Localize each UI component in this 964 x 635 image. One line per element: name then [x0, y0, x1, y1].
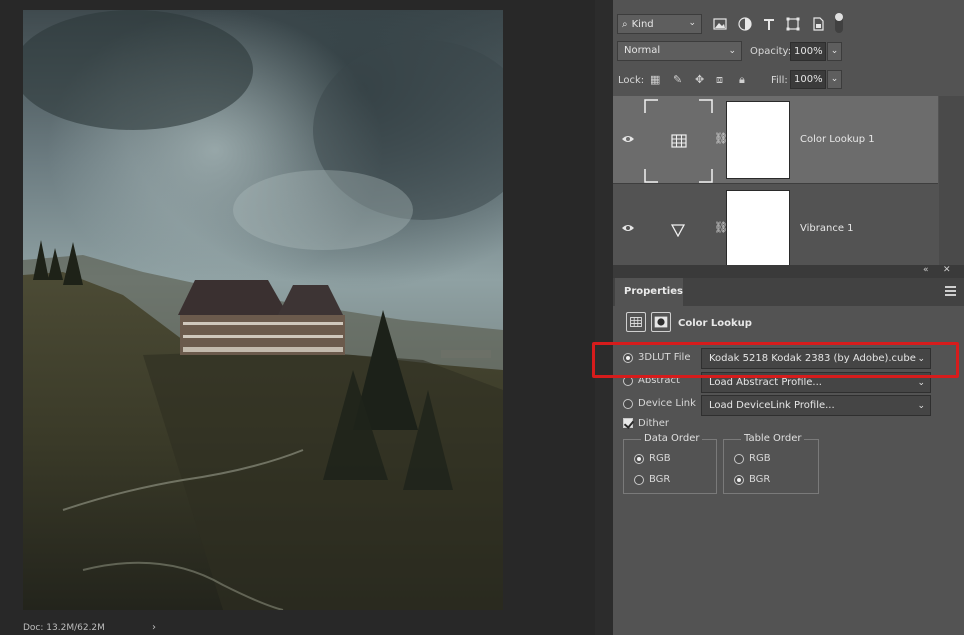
properties-panel: Properties Color Lookup 3DLUT File Kodak…	[613, 278, 964, 635]
search-icon: ⌕	[622, 18, 628, 30]
data-order-rgb-radio[interactable]	[634, 454, 644, 464]
table-order-rgb-radio[interactable]	[734, 454, 744, 464]
layer-row-vibrance[interactable]: ⛓︎ Vibrance 1	[613, 185, 938, 273]
data-order-bgr-radio[interactable]	[634, 475, 644, 485]
tab-properties[interactable]: Properties	[615, 278, 683, 306]
table-order-bgr-radio[interactable]	[734, 475, 744, 485]
table-order-rgb-label: RGB	[749, 453, 771, 464]
panel-menu-icon[interactable]	[945, 286, 956, 296]
filter-toggle[interactable]	[835, 13, 843, 33]
table-order-bgr-label: BGR	[749, 474, 771, 485]
dither-label: Dither	[638, 418, 670, 429]
option-device-link-label: Device Link	[638, 398, 696, 409]
layer-row-color-lookup[interactable]: ⛓︎ Color Lookup 1	[613, 96, 938, 184]
status-menu-arrow-icon[interactable]: ›	[152, 622, 156, 633]
fill-input[interactable]: 100%	[790, 70, 826, 89]
lock-image-pixels-brush-icon[interactable]: ✎	[673, 73, 682, 86]
lock-all-padlock-icon[interactable]: 🔒︎	[739, 73, 745, 87]
image-filter-icon[interactable]	[712, 16, 728, 32]
filter-kind-select[interactable]: ⌕ Kind ⌄	[617, 14, 702, 34]
adjustment-type-label: Color Lookup	[678, 318, 752, 329]
landscape-photo-image	[23, 10, 503, 610]
layer-name[interactable]: Vibrance 1	[800, 223, 854, 234]
lock-position-move-icon[interactable]: ✥	[695, 73, 704, 86]
layers-panel: ⌕ Kind ⌄ Normal ⌄ Opacity: 100% ⌄ Lock: …	[613, 0, 964, 273]
opacity-label: Opacity:	[750, 46, 792, 57]
status-bar: Doc: 13.2M/62.2M ›	[0, 622, 595, 635]
blend-mode-select[interactable]: Normal ⌄	[617, 41, 742, 61]
properties-tab-bar: Properties	[613, 278, 964, 306]
filter-kind-label: Kind	[631, 18, 654, 30]
layer-mask-icon[interactable]	[651, 312, 671, 332]
panel-gutter	[595, 0, 613, 635]
opacity-input[interactable]: 100%	[790, 42, 826, 61]
chevron-down-icon: ⌄	[728, 46, 736, 56]
opacity-dropdown-chevron-icon[interactable]: ⌄	[827, 42, 842, 61]
collapse-panel-icon[interactable]: «	[923, 265, 929, 275]
abstract-profile-value: Load Abstract Profile...	[709, 377, 822, 388]
devicelink-profile-select[interactable]: Load DeviceLink Profile... ⌄	[701, 395, 931, 416]
document-size-info[interactable]: Doc: 13.2M/62.2M	[23, 623, 105, 633]
blend-mode-value: Normal	[624, 45, 661, 56]
right-panels: ⌕ Kind ⌄ Normal ⌄ Opacity: 100% ⌄ Lock: …	[613, 0, 964, 635]
lookup-table-icon[interactable]	[644, 99, 713, 183]
fill-dropdown-chevron-icon[interactable]: ⌄	[827, 70, 842, 89]
data-order-bgr-label: BGR	[649, 474, 671, 485]
chevron-down-icon: ⌄	[688, 18, 696, 28]
table-order-group: Table Order RGB BGR	[723, 433, 819, 494]
lock-artboard-icon[interactable]: ⧈	[716, 73, 723, 87]
smart-object-filter-icon[interactable]	[810, 16, 826, 32]
highlight-annotation-box	[592, 342, 959, 378]
layer-mask-thumbnail[interactable]	[726, 190, 790, 268]
data-order-rgb-label: RGB	[649, 453, 671, 464]
chevron-down-icon: ⌄	[917, 401, 925, 411]
data-order-group: Data Order RGB BGR	[623, 433, 717, 494]
visibility-eye-icon[interactable]	[621, 223, 635, 233]
visibility-eye-icon[interactable]	[621, 134, 635, 144]
lock-transparent-pixels-icon[interactable]: ▦	[650, 73, 660, 86]
layer-name[interactable]: Color Lookup 1	[800, 134, 875, 145]
photoshop-window: Doc: 13.2M/62.2M › ⌕ Kind ⌄ Normal ⌄ Opa…	[0, 0, 964, 635]
shape-filter-icon[interactable]	[785, 16, 801, 32]
dither-checkbox[interactable]	[623, 418, 633, 428]
data-order-title: Data Order	[641, 433, 703, 444]
canvas-area: Doc: 13.2M/62.2M ›	[0, 0, 595, 635]
close-panel-icon[interactable]: ✕	[943, 265, 951, 275]
type-filter-icon[interactable]	[761, 16, 777, 32]
radio-device-link[interactable]	[623, 399, 633, 409]
document-canvas-photo[interactable]	[23, 10, 503, 610]
color-lookup-adjustment-icon[interactable]	[626, 312, 646, 332]
layer-mask-thumbnail[interactable]	[726, 101, 790, 179]
vibrance-triangle-icon[interactable]	[671, 224, 685, 237]
fill-label: Fill:	[771, 75, 788, 86]
panel-collapse-bar: « ✕	[613, 265, 964, 278]
lock-label: Lock:	[618, 75, 645, 86]
devicelink-profile-value: Load DeviceLink Profile...	[709, 400, 835, 411]
adjustment-filter-icon[interactable]	[737, 16, 753, 32]
layers-scrollbar[interactable]	[939, 96, 964, 265]
table-order-title: Table Order	[741, 433, 805, 444]
